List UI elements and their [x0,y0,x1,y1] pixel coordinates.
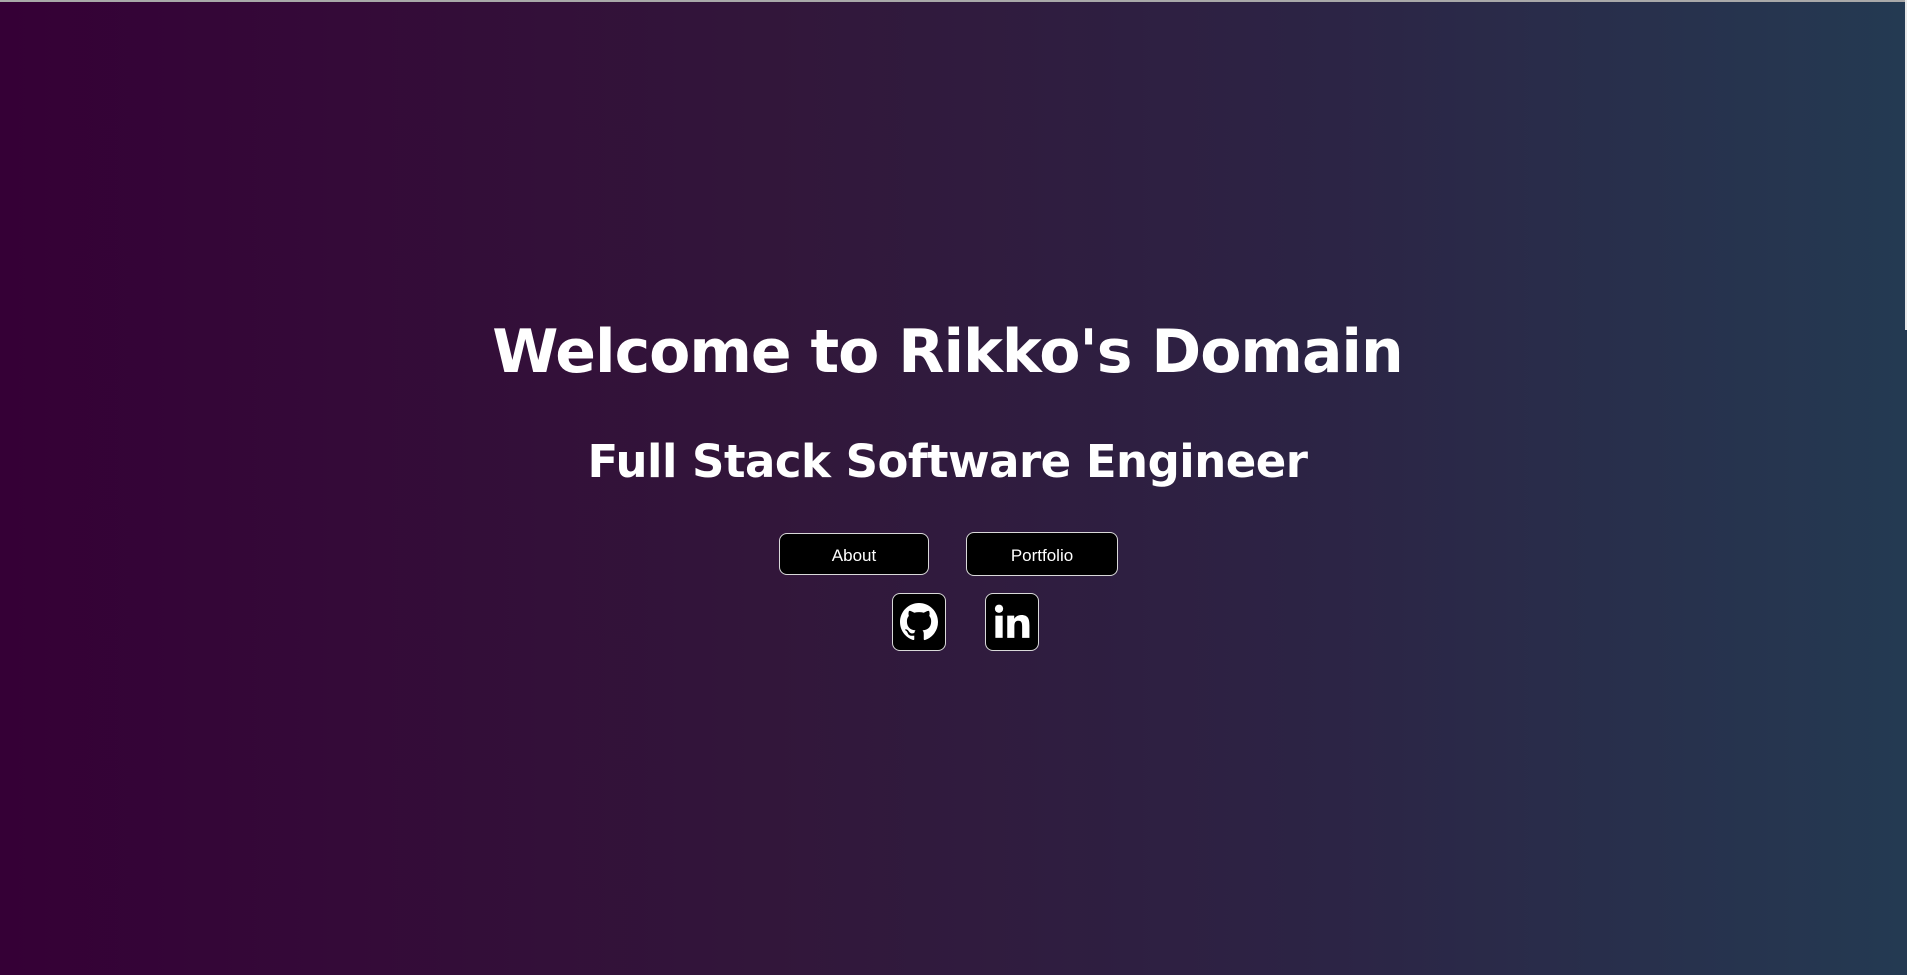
portfolio-button[interactable]: Portfolio [966,532,1118,576]
page-subtitle: Full Stack Software Engineer [587,435,1308,488]
linkedin-link[interactable] [985,593,1039,651]
about-button[interactable]: About [779,533,929,575]
github-icon [900,603,938,641]
github-link[interactable] [892,593,946,651]
top-border [0,0,1907,2]
linkedin-icon [993,603,1031,641]
page-title: Welcome to Rikko's Domain [492,317,1403,387]
